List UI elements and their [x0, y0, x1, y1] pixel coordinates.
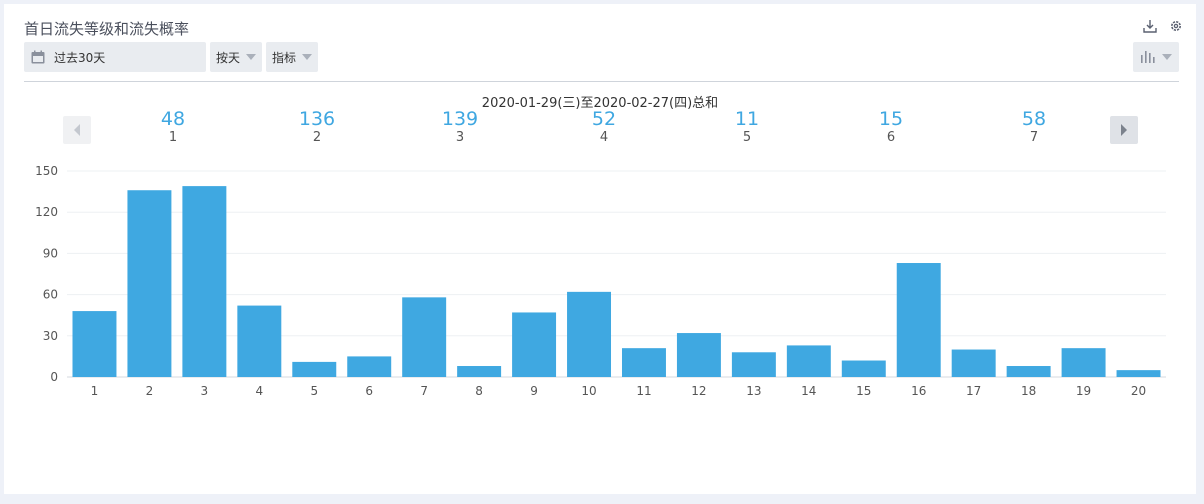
x-tick-label: 20 [1131, 384, 1146, 398]
bar [896, 263, 941, 377]
y-tick-label: 0 [50, 370, 58, 384]
x-tick-label: 10 [581, 384, 596, 398]
x-tick-label: 11 [636, 384, 651, 398]
x-tick-label: 2 [146, 384, 154, 398]
y-tick-label: 30 [43, 329, 58, 343]
bar [621, 348, 666, 377]
bar [237, 305, 282, 377]
bar [567, 291, 612, 377]
bar [402, 297, 447, 377]
bar [72, 311, 117, 377]
bar [512, 312, 557, 377]
x-tick-label: 6 [365, 384, 373, 398]
x-tick-label: 17 [966, 384, 981, 398]
bar-chart: 03060901201501 2 3 4 5 6 7 8 9 10 11 12 13 14 15 16 17 18… [35, 164, 1166, 398]
bar [127, 190, 172, 377]
x-tick-label: 13 [746, 384, 761, 398]
y-tick-label: 150 [35, 164, 58, 178]
x-tick-label: 3 [201, 384, 209, 398]
x-tick-label: 1 [91, 384, 99, 398]
x-tick-label: 5 [310, 384, 318, 398]
x-tick-label: 9 [530, 384, 538, 398]
bar [731, 352, 776, 377]
bar [841, 360, 886, 377]
bar [786, 345, 831, 377]
x-tick-label: 8 [475, 384, 483, 398]
bar [1006, 366, 1051, 377]
bar [1116, 370, 1161, 377]
y-tick-label: 90 [43, 246, 58, 260]
x-tick-label: 4 [256, 384, 264, 398]
x-tick-label: 14 [801, 384, 816, 398]
chart-card: 首日流失等级和流失概率 过去30天 按天 指标 2020-01-29(三)至20… [4, 4, 1196, 494]
x-tick-label: 18 [1021, 384, 1036, 398]
x-tick-label: 12 [691, 384, 706, 398]
bar [182, 186, 227, 377]
bar [676, 333, 721, 377]
x-tick-label: 7 [420, 384, 428, 398]
x-tick-label: 16 [911, 384, 926, 398]
bar [951, 349, 996, 377]
x-tick-label: 19 [1076, 384, 1091, 398]
bar [1061, 348, 1106, 377]
bar [457, 366, 502, 377]
y-tick-label: 60 [43, 288, 58, 302]
bar [292, 361, 337, 377]
bar [347, 356, 392, 377]
x-tick-label: 15 [856, 384, 871, 398]
y-tick-label: 120 [35, 205, 58, 219]
